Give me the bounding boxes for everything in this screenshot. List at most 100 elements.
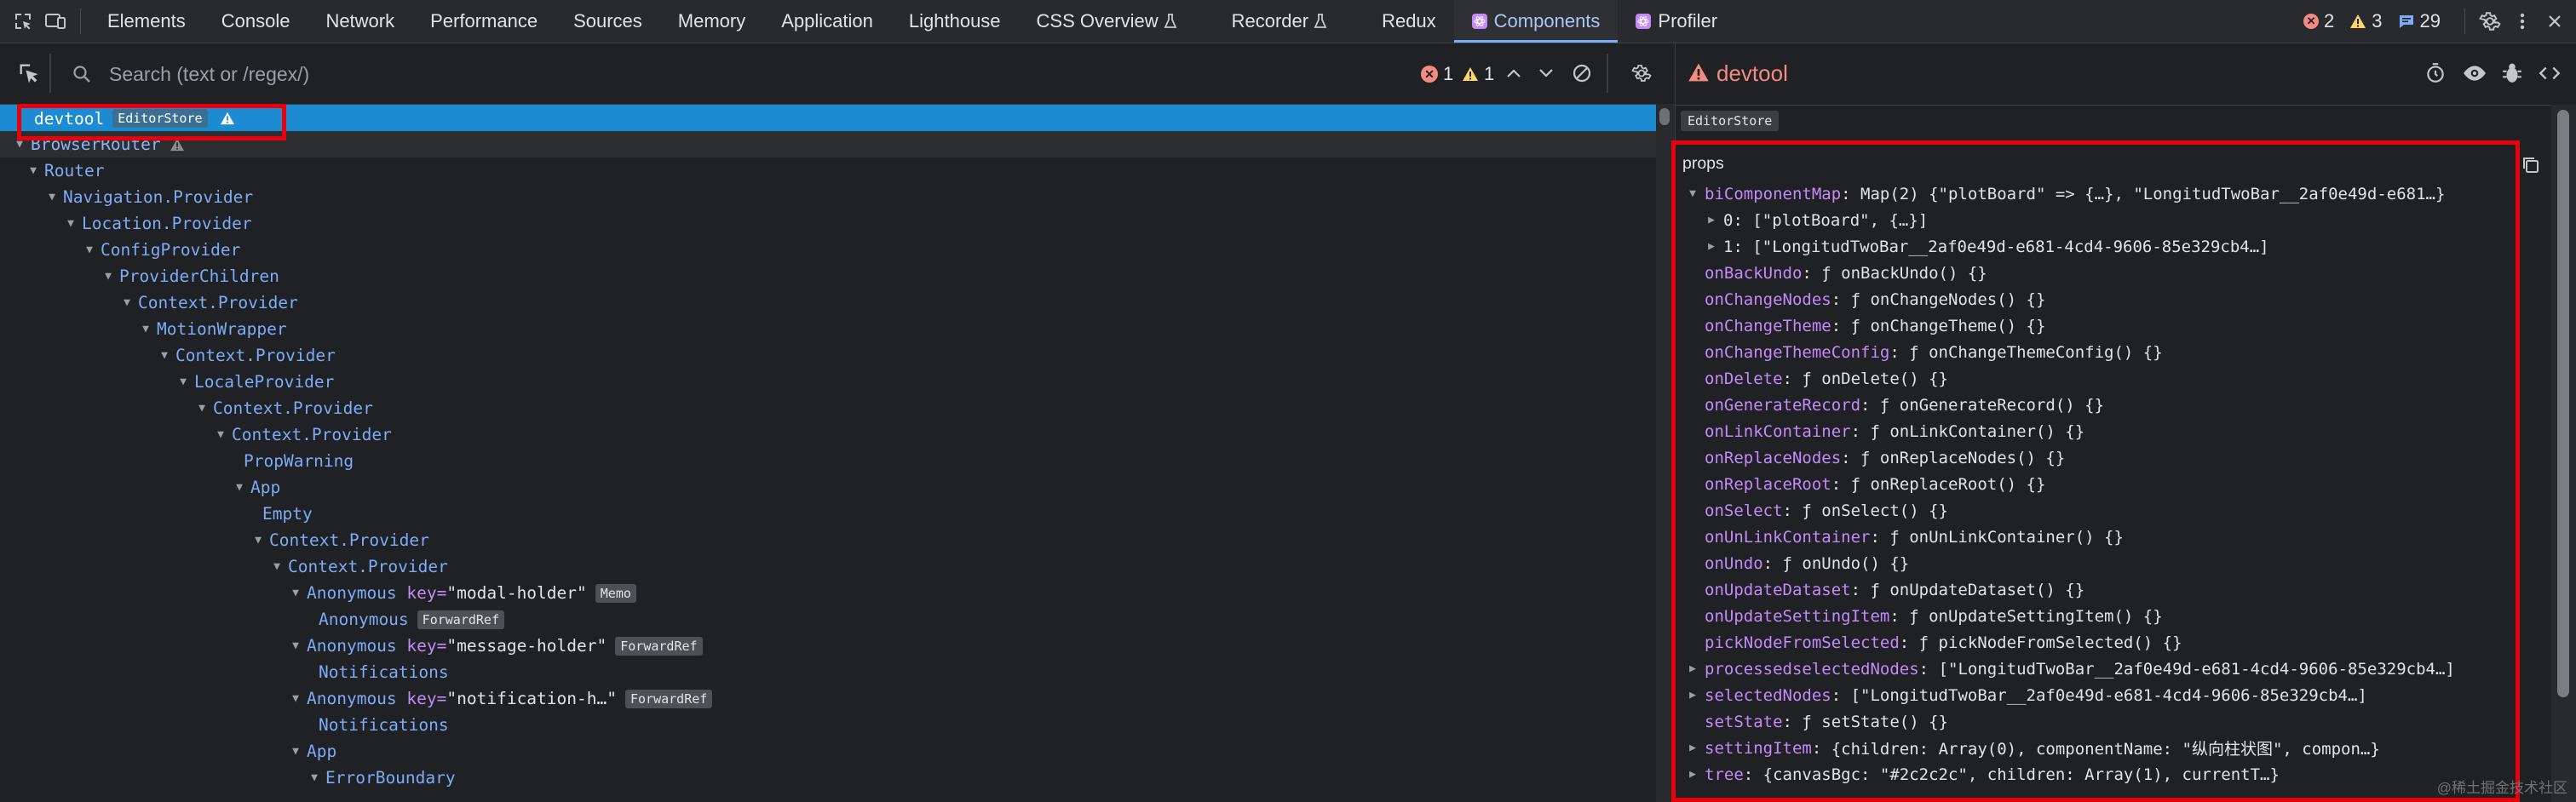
prop-row[interactable]: onChangeTheme: ƒ onChangeTheme() {} — [1705, 312, 2045, 339]
tree-row[interactable]: ▼ Navigation.Provider — [0, 184, 1656, 210]
tab-memory[interactable]: Memory — [660, 0, 763, 43]
tab-performance[interactable]: Performance — [412, 0, 555, 43]
prop-row[interactable]: ▶ selectedNodes: ["LongitudTwoBar__2af0e4… — [1686, 682, 2367, 708]
collapse-caret-icon[interactable]: ▼ — [232, 481, 247, 494]
collapse-caret-icon[interactable]: ▼ — [82, 243, 97, 256]
collapse-caret-icon[interactable]: ▼ — [26, 164, 41, 177]
expand-caret-icon[interactable]: ▶ — [1686, 689, 1699, 702]
more-options-icon[interactable] — [2506, 0, 2539, 43]
tab-css-overview[interactable]: CSS Overview — [1019, 0, 1195, 43]
next-result-icon[interactable] — [1533, 60, 1559, 86]
collapse-caret-icon[interactable]: ▼ — [138, 323, 153, 335]
collapse-caret-icon[interactable]: ▼ — [119, 296, 135, 309]
prop-row[interactable]: onChangeThemeConfig: ƒ onChangeThemeConf… — [1705, 339, 2163, 365]
prop-row[interactable]: ▶ tree: {canvasBgc: "#2c2c2c", children: … — [1686, 761, 2280, 788]
collapse-caret-icon[interactable]: ▼ — [269, 560, 285, 573]
collapse-caret-icon[interactable]: ▼ — [101, 270, 116, 283]
tree-row[interactable]: ▼ Location.Provider — [0, 210, 1656, 237]
prop-row[interactable]: onReplaceNodes: ƒ onReplaceNodes() {} — [1705, 444, 2065, 471]
collapse-caret-icon[interactable]: ▼ — [288, 587, 303, 599]
expand-caret-icon[interactable]: ▶ — [1686, 742, 1699, 754]
previous-result-icon[interactable] — [1501, 60, 1527, 86]
tree-row[interactable]: ▼ Router — [0, 158, 1656, 184]
prop-row[interactable]: ▶ settingItem: {children: Array(0), compo… — [1686, 735, 2380, 761]
inspect-dom-eye-icon[interactable] — [2463, 62, 2487, 84]
debug-bug-icon[interactable] — [2502, 62, 2522, 84]
collapse-caret-icon[interactable]: ▼ — [288, 639, 303, 652]
tree-row[interactable]: ▼ ErrorBoundary — [0, 765, 1656, 791]
suspend-timer-icon[interactable] — [2424, 62, 2447, 84]
tab-profiler[interactable]: Profiler — [1618, 0, 1735, 43]
copy-props-icon[interactable] — [2521, 156, 2540, 175]
tree-row[interactable]: Notifications — [0, 712, 1656, 738]
prop-row[interactable]: onLinkContainer: ƒ onLinkContainer() {} — [1705, 418, 2084, 444]
collapse-caret-icon[interactable]: ▼ — [194, 402, 210, 415]
collapse-caret-icon[interactable]: ▼ — [157, 349, 172, 362]
prop-row[interactable]: onUpdateDataset: ƒ onUpdateDataset() {} — [1705, 576, 2084, 603]
tree-row[interactable]: ▼ Context.Provider — [0, 395, 1656, 421]
prop-row[interactable]: ▶ 0: ["plotBoard", {…}] — [1705, 207, 1928, 233]
collapse-caret-icon[interactable]: ▼ — [1686, 187, 1699, 200]
collapse-caret-icon[interactable]: ▼ — [288, 692, 303, 705]
tree-row[interactable]: ▼ Context.Provider — [0, 289, 1656, 316]
tree-scrollbar[interactable] — [1656, 104, 1675, 802]
tab-application[interactable]: Application — [763, 0, 891, 43]
tree-row[interactable]: ▼ BrowserRouter — [0, 131, 1656, 158]
tab-network[interactable]: Network — [308, 0, 412, 43]
tree-row[interactable]: ▼ Context.Provider — [0, 421, 1656, 448]
prop-row[interactable]: onBackUndo: ƒ onBackUndo() {} — [1705, 260, 1987, 286]
prop-row[interactable]: onUndo: ƒ onUndo() {} — [1705, 550, 1909, 576]
select-element-icon[interactable] — [14, 58, 44, 89]
clear-search-icon[interactable] — [1569, 60, 1595, 86]
collapse-caret-icon[interactable]: ▼ — [44, 191, 60, 203]
prop-row[interactable]: ▶ 1: ["LongitudTwoBar__2af0e49d-e681-4cd4… — [1705, 233, 2269, 260]
tab-components[interactable]: Components — [1453, 0, 1619, 43]
expand-caret-icon[interactable]: ▶ — [1686, 768, 1699, 781]
prop-row[interactable]: onUnLinkContainer: ƒ onUnLinkContainer()… — [1705, 524, 2124, 550]
tree-row[interactable]: ▼ ConfigProvider — [0, 237, 1656, 263]
prop-row[interactable]: ▶ processedselectedNodes: ["LongitudTwoBa… — [1686, 656, 2455, 682]
tree-row[interactable]: PropWarning — [0, 448, 1656, 474]
prop-row[interactable]: onUpdateSettingItem: ƒ onUpdateSettingIt… — [1705, 603, 2163, 629]
prop-row[interactable]: ▼ biComponentMap: Map(2) {"plotBoard" => … — [1686, 180, 2445, 207]
prop-row[interactable]: pickNodeFromSelected: ƒ pickNodeFromSele… — [1705, 629, 2182, 656]
message-count[interactable]: 29 — [2398, 10, 2441, 32]
tab-elements[interactable]: Elements — [89, 0, 204, 43]
tree-row[interactable]: Empty — [0, 501, 1656, 527]
tab-recorder[interactable]: Recorder — [1214, 0, 1345, 43]
tree-row[interactable]: ▼ MotionWrapper — [0, 316, 1656, 342]
collapse-caret-icon[interactable]: ▼ — [307, 771, 322, 784]
tab-console[interactable]: Console — [204, 0, 308, 43]
collapse-caret-icon[interactable]: ▼ — [213, 428, 228, 441]
tab-redux[interactable]: Redux — [1364, 0, 1454, 43]
prop-row[interactable]: onReplaceRoot: ƒ onReplaceRoot() {} — [1705, 471, 2045, 497]
error-count[interactable]: ✕ 2 — [2303, 10, 2334, 32]
tab-lighthouse[interactable]: Lighthouse — [891, 0, 1019, 43]
tree-row[interactable]: ▼ Context.Provider — [0, 342, 1656, 369]
inspect-element-icon[interactable] — [7, 0, 39, 43]
inspector-scrollbar-thumb[interactable] — [2557, 110, 2569, 697]
expand-caret-icon[interactable]: ▶ — [1705, 214, 1718, 226]
tree-row[interactable]: ▼ App — [0, 474, 1656, 501]
tree-row[interactable]: ▼ App — [0, 738, 1656, 765]
expand-caret-icon[interactable]: ▶ — [1705, 240, 1718, 253]
collapse-caret-icon[interactable]: ▼ — [63, 217, 78, 230]
collapse-caret-icon[interactable]: ▼ — [288, 745, 303, 758]
tree-row[interactable]: Notifications — [0, 659, 1656, 685]
tree-row[interactable]: ▼ Context.Provider — [0, 553, 1656, 580]
tree-row[interactable]: ▼ Anonymous key= "message-holder" ForwardRe… — [0, 633, 1656, 659]
settings-gear-icon[interactable] — [2474, 0, 2506, 43]
close-icon[interactable] — [2539, 0, 2571, 43]
prop-row[interactable]: onGenerateRecord: ƒ onGenerateRecord() {… — [1705, 392, 2104, 418]
tree-row[interactable]: ▼ ProviderChildren — [0, 263, 1656, 289]
tree-row-selected[interactable]: devtool EditorStore — [0, 105, 1656, 132]
tab-sources[interactable]: Sources — [555, 0, 660, 43]
view-source-icon[interactable] — [2538, 62, 2562, 84]
tree-row[interactable]: ▼ LocaleProvider — [0, 369, 1656, 395]
tree-row[interactable]: ▼ Anonymous key= "notification-h…" ForwardR… — [0, 685, 1656, 712]
collapse-caret-icon[interactable]: ▼ — [250, 534, 266, 547]
collapse-caret-icon[interactable]: ▼ — [175, 375, 191, 388]
tree-row[interactable]: ▼ Anonymous key= "modal-holder" Memo — [0, 580, 1656, 606]
prop-row[interactable]: onChangeNodes: ƒ onChangeNodes() {} — [1705, 286, 2045, 312]
prop-row[interactable]: setState: ƒ setState() {} — [1705, 708, 1948, 735]
